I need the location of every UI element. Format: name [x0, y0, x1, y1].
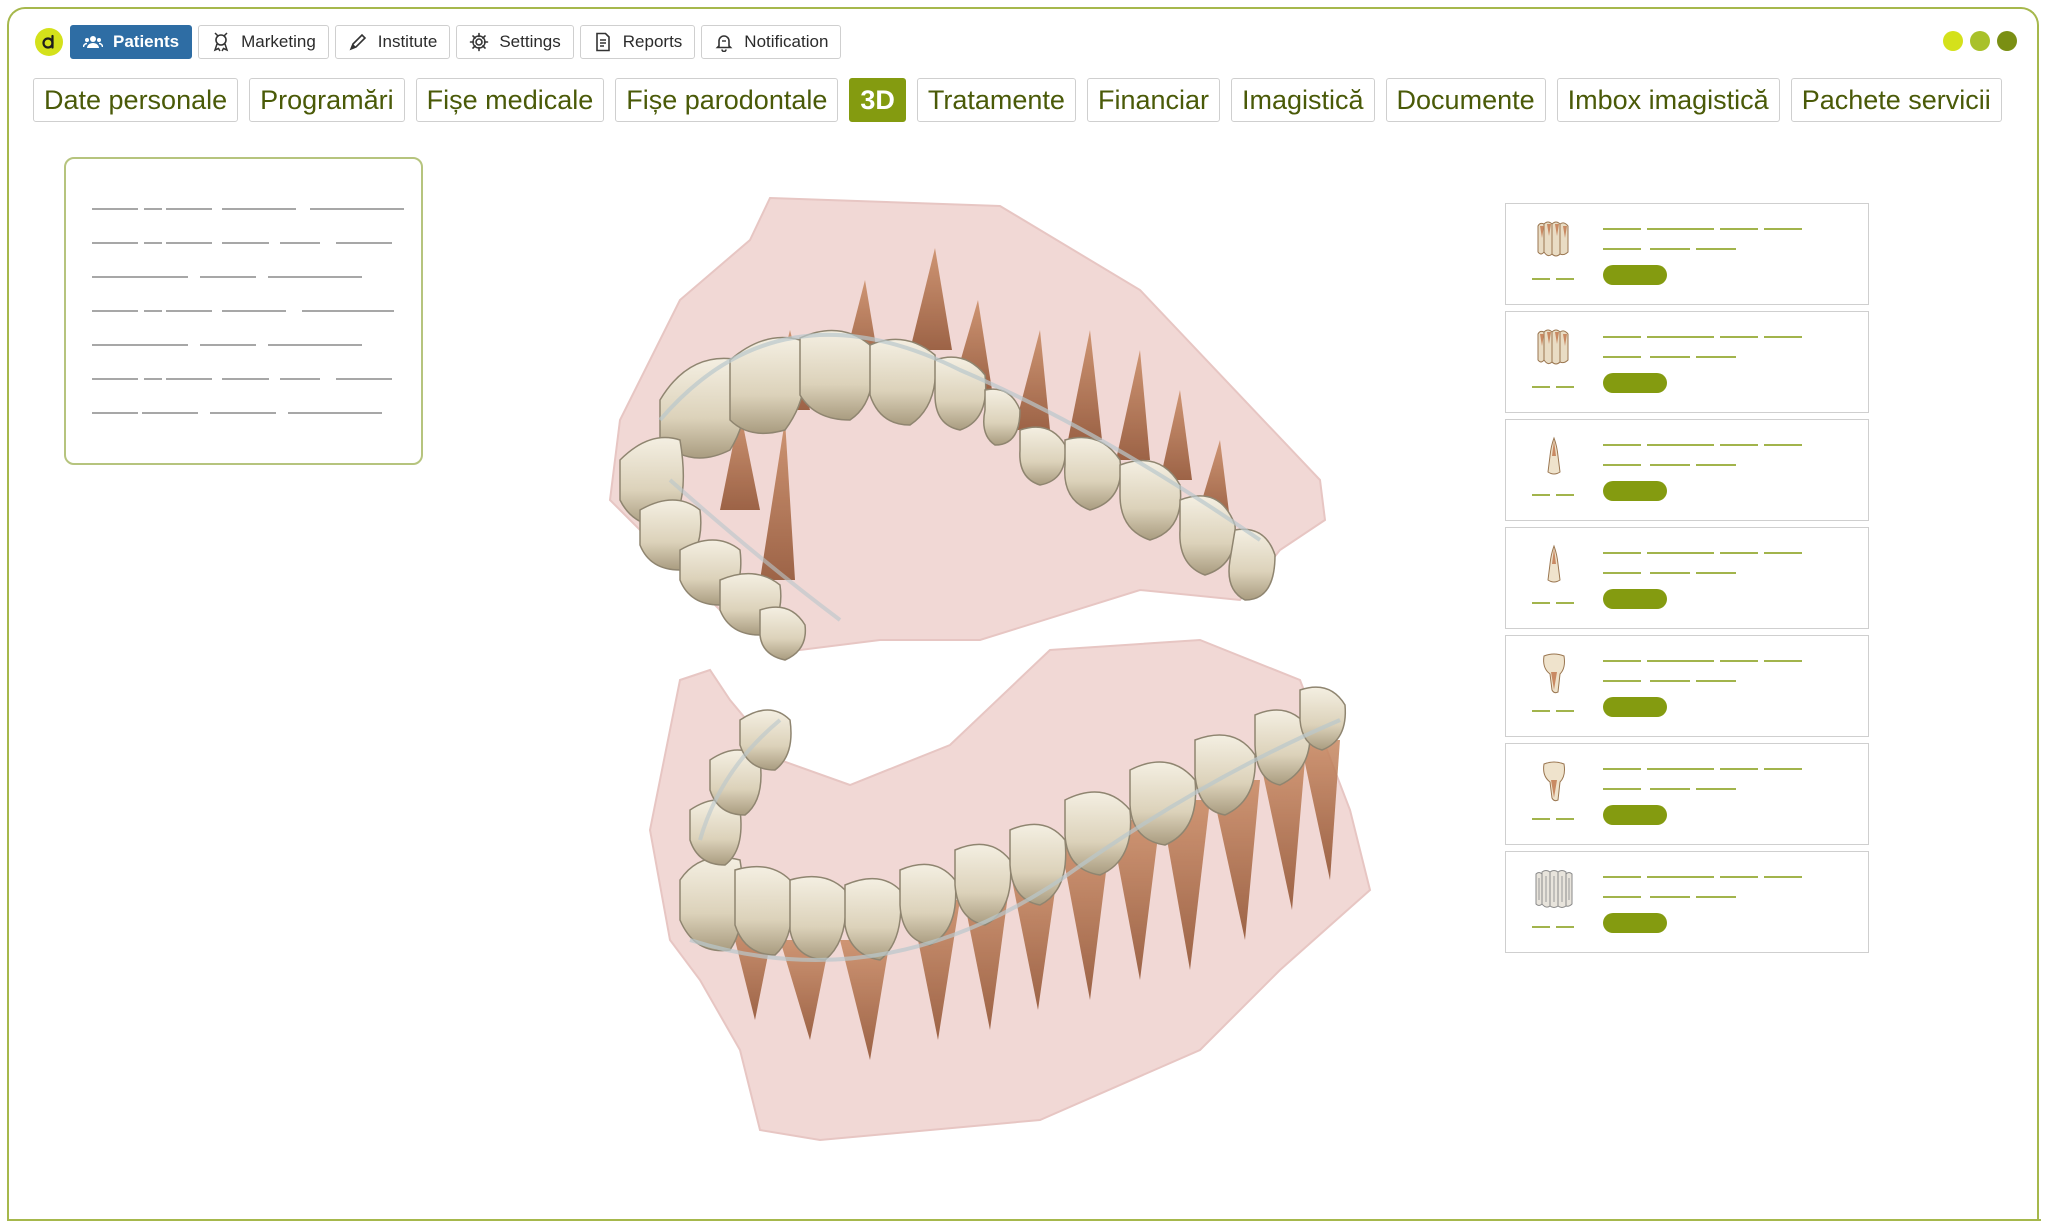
nav-label: Notification [744, 32, 829, 51]
tooth-card[interactable] [1505, 635, 1869, 737]
nav-reports[interactable]: Reports [579, 25, 696, 59]
nav-label: Patients [113, 32, 180, 51]
logo-mark-icon [42, 34, 54, 49]
tooth-status-pill [1603, 805, 1667, 825]
nav-label: Marketing [241, 32, 316, 51]
tooth-placeholder-lines [1532, 336, 1802, 388]
nav-label: Settings [499, 32, 561, 51]
nav-patients[interactable]: Patients [70, 25, 193, 59]
tab-3d[interactable]: 3D [849, 78, 906, 122]
tooth-placeholder-lines [1532, 228, 1802, 280]
tooth-placeholder-lines [1532, 552, 1802, 604]
nav-notification[interactable]: Notification [701, 25, 842, 59]
tooth-card[interactable] [1505, 851, 1869, 953]
3d-dental-model-viewer[interactable] [580, 180, 1400, 1160]
tooth-card[interactable] [1505, 743, 1869, 845]
tooth-status-pill [1603, 265, 1667, 285]
gear-icon [470, 32, 489, 52]
bell-icon [715, 35, 733, 52]
jaw-model-illustration [608, 196, 1372, 1142]
top-navigation: Patients Marketing Institute Settings Re… [70, 25, 842, 59]
tab-fise-parodontale[interactable]: Fișe parodontale [615, 78, 839, 122]
patient-tabs: Date personale Programări Fișe medicale … [33, 78, 2002, 122]
app-logo[interactable] [35, 28, 63, 56]
tab-imbox-imagistica[interactable]: Imbox imagistică [1556, 78, 1780, 122]
tab-tratamente[interactable]: Tratamente [916, 78, 1076, 122]
nav-marketing[interactable]: Marketing [198, 25, 329, 59]
tab-programari[interactable]: Programări [249, 78, 405, 122]
tab-pachete-servicii[interactable]: Pachete servicii [1790, 78, 2002, 122]
award-icon [213, 32, 229, 52]
nav-settings[interactable]: Settings [456, 25, 574, 59]
window-dot[interactable] [1997, 31, 2017, 51]
tooth-placeholder-lines [1532, 444, 1802, 496]
tooth-list [1505, 203, 1869, 959]
placeholder-text-lines [92, 208, 404, 414]
tooth-status-pill [1603, 589, 1667, 609]
tooth-placeholder-lines [1532, 768, 1802, 820]
tab-documente[interactable]: Documente [1385, 78, 1546, 122]
pen-icon [349, 33, 366, 51]
users-icon [83, 36, 103, 48]
tooth-card[interactable] [1505, 203, 1869, 305]
tab-imagistica[interactable]: Imagistică [1231, 78, 1375, 122]
window-controls [1943, 31, 2017, 51]
nav-institute[interactable]: Institute [334, 25, 451, 59]
document-icon [595, 32, 610, 52]
tooth-card[interactable] [1505, 311, 1869, 413]
window-dot[interactable] [1970, 31, 1990, 51]
tooth-status-pill [1603, 373, 1667, 393]
window-dot[interactable] [1943, 31, 1963, 51]
tooth-status-pill [1603, 481, 1667, 501]
tooth-placeholder-lines [1532, 660, 1802, 712]
tooth-card[interactable] [1505, 527, 1869, 629]
tooth-status-pill [1603, 697, 1667, 717]
tab-date-personale[interactable]: Date personale [33, 78, 239, 122]
tooth-status-pill [1603, 913, 1667, 933]
patient-info-card [64, 157, 423, 465]
nav-label: Institute [377, 32, 438, 51]
tab-financiar[interactable]: Financiar [1086, 78, 1220, 122]
tooth-placeholder-lines [1532, 876, 1802, 928]
nav-label: Reports [622, 32, 683, 51]
tooth-card[interactable] [1505, 419, 1869, 521]
tab-fise-medicale[interactable]: Fișe medicale [415, 78, 605, 122]
